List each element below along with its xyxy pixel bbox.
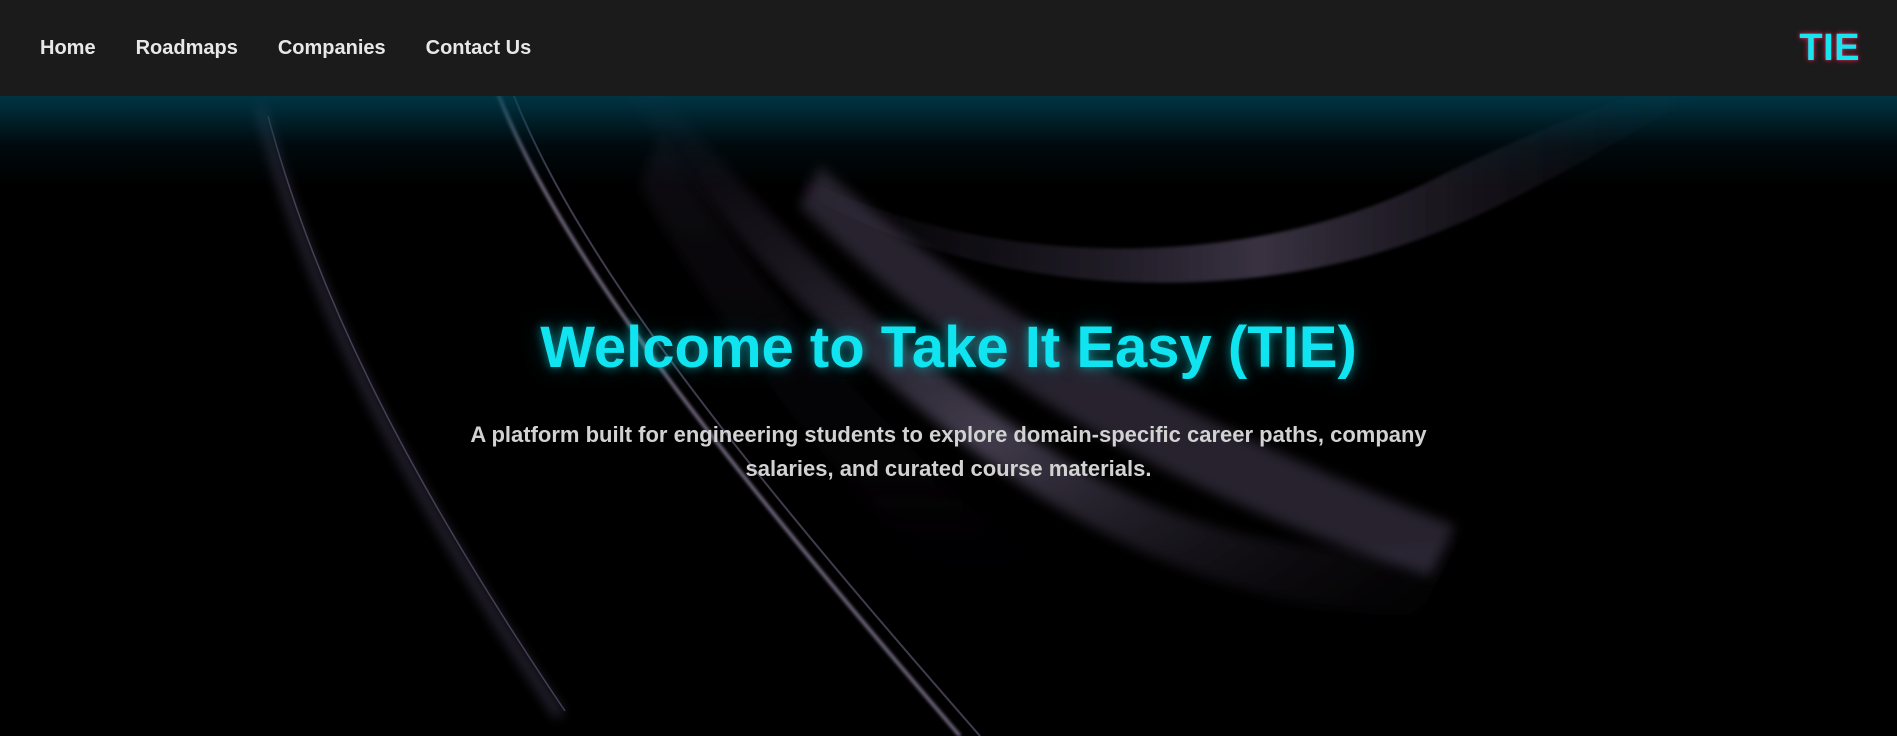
nav-link-roadmaps[interactable]: Roadmaps <box>136 37 238 60</box>
hero-title: Welcome to Take It Easy (TIE) <box>540 315 1357 380</box>
hero-section: Welcome to Take It Easy (TIE) A platform… <box>0 96 1897 736</box>
nav-link-companies[interactable]: Companies <box>278 37 386 60</box>
nav-link-home[interactable]: Home <box>40 37 96 60</box>
nav-links: Home Roadmaps Companies Contact Us <box>40 37 531 60</box>
hero-content: Welcome to Take It Easy (TIE) A platform… <box>0 314 1897 486</box>
brand-logo[interactable]: TIE <box>1799 27 1860 70</box>
top-navbar: Home Roadmaps Companies Contact Us TIE <box>0 0 1897 96</box>
bg-ribbon-arc <box>800 96 1701 283</box>
nav-link-contact-us[interactable]: Contact Us <box>426 37 532 60</box>
hero-subtitle: A platform built for engineering student… <box>470 422 1427 481</box>
